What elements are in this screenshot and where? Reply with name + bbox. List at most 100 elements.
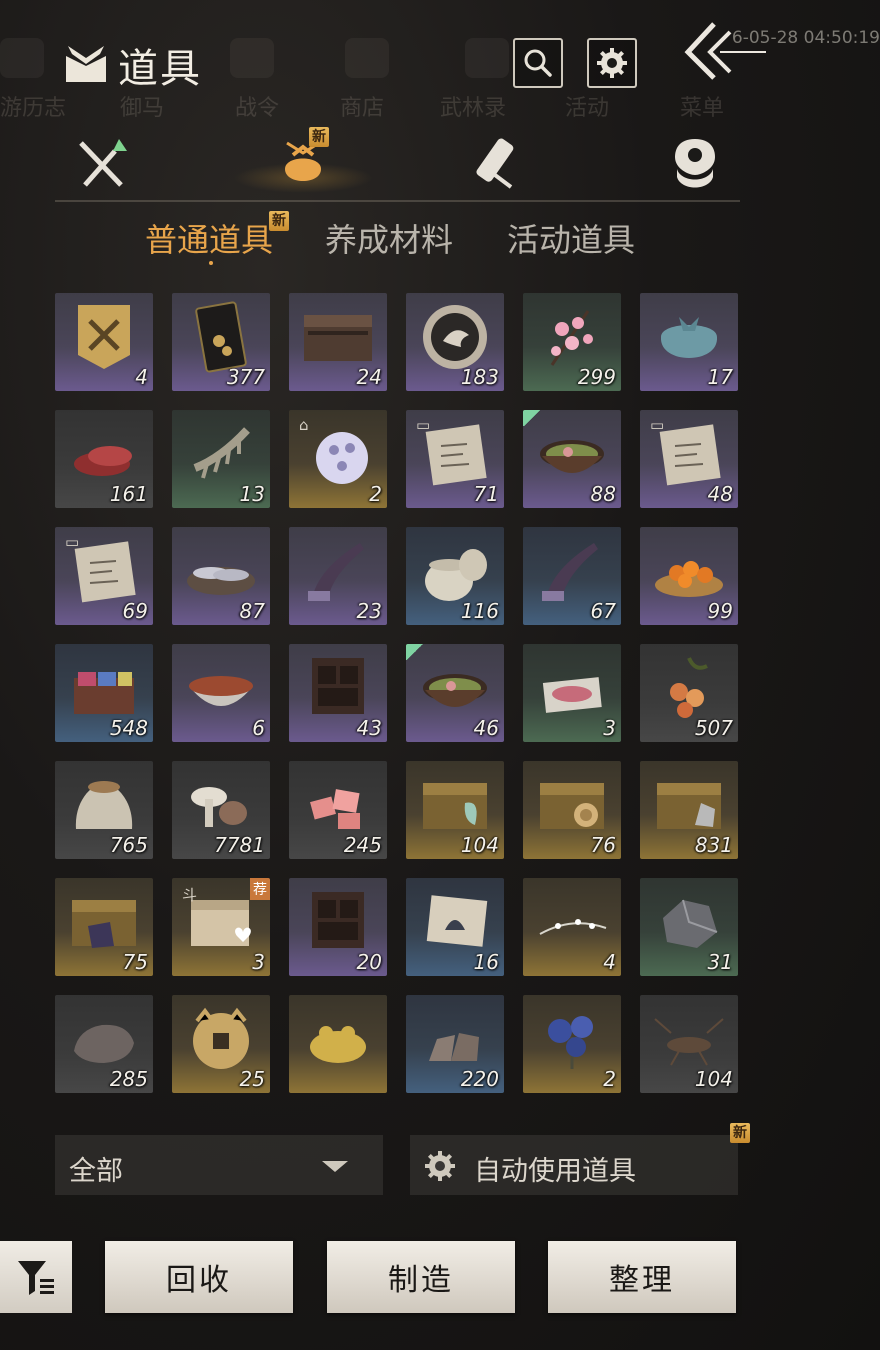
fruit-plate-item[interactable]: 99 [640, 527, 738, 625]
tab-tokens[interactable] [665, 133, 725, 193]
category-filter-select[interactable]: 全部 [55, 1135, 383, 1195]
tab-normal-items[interactable]: 普通道具 新 [145, 211, 289, 265]
pearl-orb-item[interactable]: 2 ⌂ [289, 410, 387, 508]
raw-meat-item[interactable]: 161 [55, 410, 153, 508]
cricket-item[interactable]: 104 [640, 995, 738, 1093]
wooden-chest-item[interactable]: 24 [289, 293, 387, 391]
gear-icon [425, 1151, 455, 1181]
tab-scrolls[interactable] [469, 133, 529, 193]
golden-toad-item[interactable] [289, 995, 387, 1093]
gift-tag-icon: 斗 [182, 886, 198, 904]
bg-nav-label: 御马 [120, 96, 165, 121]
tab-label: 养成材料 [325, 221, 454, 259]
horn-item[interactable]: 23 [289, 527, 387, 625]
back-arrow-icon[interactable] [680, 20, 770, 80]
gold-chest-item-2[interactable]: 76 [523, 761, 621, 859]
meat-bowl-item[interactable]: 6 [172, 644, 270, 742]
flower-branch-item[interactable]: 4 [523, 878, 621, 976]
jar-item[interactable]: 116 [406, 527, 504, 625]
cabinet-item-2[interactable]: 20 [289, 878, 387, 976]
auto-use-items-button[interactable]: 自动使用道具 新 [410, 1123, 750, 1195]
tab-items[interactable]: 新 [233, 127, 373, 193]
fish-platter-item[interactable]: 87 [172, 527, 270, 625]
gold-chest-icon [657, 783, 721, 829]
house-tag-icon: ⌂ [299, 416, 309, 434]
item-count: 23 [356, 599, 382, 623]
cricket-icon [654, 1018, 724, 1066]
invitation-card-item[interactable]: 377 [172, 293, 270, 391]
item-count: 2 [369, 482, 382, 506]
gold-chest-item[interactable]: 104 [406, 761, 504, 859]
soup-bowl-item-2[interactable]: 46 [406, 644, 504, 742]
wooden-chest-icon [304, 315, 372, 361]
mushroom-item[interactable]: 7781 [172, 761, 270, 859]
new-badge: 新 [309, 127, 329, 147]
cabinet-icon [312, 892, 364, 948]
new-badge: 新 [269, 211, 289, 231]
cloth-bundle-item[interactable]: 17 [640, 293, 738, 391]
fish-platter-icon [187, 567, 255, 595]
item-count: 88 [590, 482, 616, 506]
medallion-item[interactable]: 183 [406, 293, 504, 391]
item-count: 183 [460, 365, 499, 389]
gold-chest-item-4[interactable]: 75 [55, 878, 153, 976]
coin-item[interactable]: 25 [172, 995, 270, 1093]
recipe-paper-item-3[interactable]: 69 ▭ [55, 527, 153, 625]
gold-chest-item-3[interactable]: 831 [640, 761, 738, 859]
powder-box-item[interactable]: 548 [55, 644, 153, 742]
soup-bowl-icon [540, 440, 604, 473]
mushroom-icon [191, 787, 247, 827]
soup-bowl-item[interactable]: 88 [523, 410, 621, 508]
peach-blossom-item[interactable]: 299 [523, 293, 621, 391]
banner-item[interactable]: 4 [55, 293, 153, 391]
search-button[interactable] [513, 38, 563, 88]
settings-button[interactable] [587, 38, 637, 88]
stone-pile-icon [429, 1033, 479, 1061]
bone-item[interactable]: 13 [172, 410, 270, 508]
stone-pile-item[interactable]: 220 [406, 995, 504, 1093]
raw-meat-icon [74, 446, 132, 476]
item-count: 548 [109, 716, 148, 740]
shop-icon [345, 38, 389, 78]
blue-flower-item[interactable]: 2 [523, 995, 621, 1093]
item-count: 285 [109, 1067, 148, 1091]
token-icon [675, 139, 715, 188]
craft-button[interactable]: 制造 [327, 1241, 515, 1313]
bg-nav-label: 战令 [235, 96, 280, 121]
gift-box-item[interactable]: 3 斗 荐 [172, 878, 270, 976]
painting-scroll-icon [426, 895, 488, 947]
horn-item-2[interactable]: 67 [523, 527, 621, 625]
blue-flower-icon [548, 1016, 593, 1069]
horn-icon [542, 543, 598, 601]
item-count: 245 [343, 833, 382, 857]
rock-item[interactable]: 285 [55, 995, 153, 1093]
recycle-button[interactable]: 回收 [105, 1241, 293, 1313]
auto-use-label: 自动使用道具 [474, 1156, 636, 1187]
painting-scroll-item[interactable]: 16 [406, 878, 504, 976]
item-count: 104 [460, 833, 499, 857]
ore-item[interactable]: 31 [640, 878, 738, 976]
tab-equipment[interactable] [73, 133, 133, 193]
coin-icon [193, 1007, 249, 1069]
cabinet-item[interactable]: 43 [289, 644, 387, 742]
item-bag-icon [66, 46, 106, 82]
sliced-meat-item[interactable]: 3 [523, 644, 621, 742]
grain-sack-item[interactable]: 765 [55, 761, 153, 859]
item-count: 48 [707, 482, 733, 506]
tab-growth-materials[interactable]: 养成材料 [325, 215, 453, 261]
organize-button[interactable]: 整理 [548, 1241, 736, 1313]
item-count: 4 [135, 365, 148, 389]
item-count: 765 [109, 833, 148, 857]
recommended-badge: 荐 [250, 878, 270, 900]
bone-icon [193, 427, 250, 479]
item-count: 17 [707, 365, 733, 389]
meat-chunks-item[interactable]: 245 [289, 761, 387, 859]
sort-filter-button[interactable] [0, 1241, 72, 1313]
invitation-card-icon [195, 301, 247, 373]
peach-blossom-icon [550, 310, 593, 366]
tab-event-items[interactable]: 活动道具 [507, 215, 635, 261]
soup-bowl-icon [423, 674, 487, 707]
berries-item[interactable]: 507 [640, 644, 738, 742]
recipe-paper-item-2[interactable]: 48 ▭ [640, 410, 738, 508]
recipe-paper-item[interactable]: 71 ▭ [406, 410, 504, 508]
